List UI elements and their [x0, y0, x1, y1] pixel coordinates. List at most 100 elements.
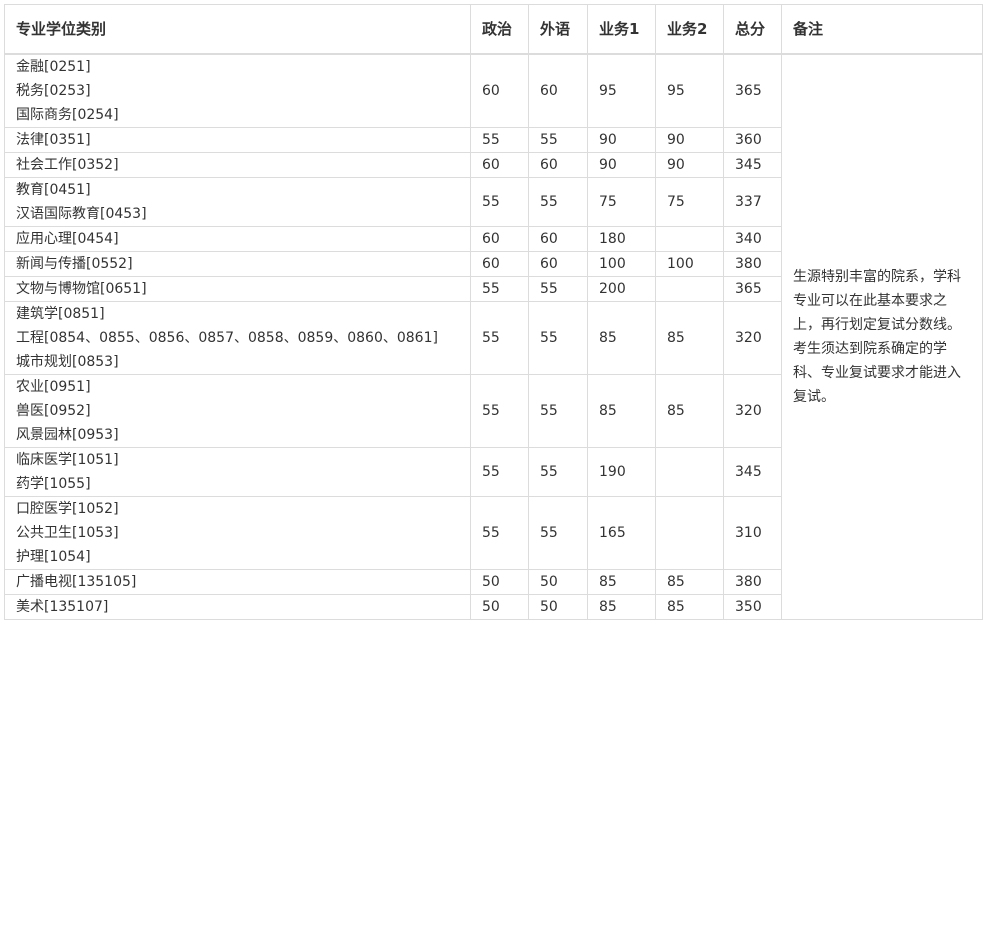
subject1-score: 180	[587, 226, 656, 252]
major-name: 药学[1055]	[16, 476, 91, 492]
major-name: 文物与博物馆[0651]	[16, 281, 147, 297]
major-cell: 新闻与传播[0552]	[4, 251, 471, 277]
language-score: 60	[528, 251, 588, 277]
total-score: 310	[723, 496, 782, 570]
major-name: 建筑学[0851]	[16, 306, 105, 322]
header-row: 专业学位类别 政治 外语 业务1 业务2 总分 备注	[4, 4, 983, 55]
language-score: 55	[528, 127, 588, 153]
major-name: 口腔医学[1052]	[16, 501, 119, 517]
major-cell: 广播电视[135105]	[4, 569, 471, 595]
major-name: 风景园林[0953]	[16, 427, 119, 443]
subject2-score: 85	[655, 301, 724, 375]
language-score: 55	[528, 496, 588, 570]
total-score: 337	[723, 177, 782, 227]
subject1-score: 85	[587, 301, 656, 375]
subject2-score: 85	[655, 569, 724, 595]
major-name: 教育[0451]	[16, 182, 91, 198]
table-body: 金融[0251] 税务[0253] 国际商务[0254] 60 60 95 95 365 生源特…	[4, 53, 983, 620]
subject2-score	[655, 447, 724, 497]
table-row: 金融[0251] 税务[0253] 国际商务[0254] 60 60 95 95 365 生源特…	[4, 53, 983, 620]
header-major: 专业学位类别	[4, 4, 471, 55]
major-cell: 金融[0251] 税务[0253] 国际商务[0254]	[4, 53, 471, 128]
header-subject1: 业务1	[587, 4, 656, 55]
major-name: 金融[0251]	[16, 59, 91, 75]
subject1-score: 100	[587, 251, 656, 277]
language-score: 60	[528, 53, 588, 128]
politics-score: 60	[470, 53, 529, 128]
politics-score: 55	[470, 301, 529, 375]
total-score: 345	[723, 152, 782, 178]
major-cell: 教育[0451] 汉语国际教育[0453]	[4, 177, 471, 227]
language-score: 60	[528, 226, 588, 252]
major-cell: 美术[135107]	[4, 594, 471, 620]
header-total: 总分	[723, 4, 782, 55]
language-score: 55	[528, 177, 588, 227]
politics-score: 60	[470, 152, 529, 178]
language-score: 50	[528, 594, 588, 620]
header-note: 备注	[781, 4, 983, 55]
politics-score: 55	[470, 374, 529, 448]
politics-score: 55	[470, 127, 529, 153]
major-name: 法律[0351]	[16, 132, 91, 148]
major-cell: 社会工作[0352]	[4, 152, 471, 178]
language-score: 55	[528, 276, 588, 302]
subject2-score: 75	[655, 177, 724, 227]
language-score: 55	[528, 374, 588, 448]
major-cell: 文物与博物馆[0651]	[4, 276, 471, 302]
major-name: 新闻与传播[0552]	[16, 256, 133, 272]
language-score: 60	[528, 152, 588, 178]
total-score: 360	[723, 127, 782, 153]
major-name: 应用心理[0454]	[16, 231, 119, 247]
subject1-score: 95	[587, 53, 656, 128]
note-cell: 生源特别丰富的院系，学科专业可以在此基本要求之上，再行划定复试分数线。考生须达到…	[781, 53, 983, 620]
header-subject2: 业务2	[655, 4, 724, 55]
subject2-score	[655, 276, 724, 302]
major-cell: 临床医学[1051] 药学[1055]	[4, 447, 471, 497]
politics-score: 50	[470, 569, 529, 595]
subject2-score	[655, 226, 724, 252]
subject1-score: 85	[587, 374, 656, 448]
score-table: 专业学位类别 政治 外语 业务1 业务2 总分 备注 金融[0251] 税务[02…	[4, 4, 983, 620]
subject1-score: 75	[587, 177, 656, 227]
language-score: 50	[528, 569, 588, 595]
major-name: 兽医[0952]	[16, 403, 91, 419]
politics-score: 60	[470, 226, 529, 252]
subject2-score: 85	[655, 374, 724, 448]
total-score: 380	[723, 569, 782, 595]
header-politics: 政治	[470, 4, 529, 55]
politics-score: 55	[470, 496, 529, 570]
subject1-score: 190	[587, 447, 656, 497]
major-name: 农业[0951]	[16, 379, 91, 395]
major-name: 城市规划[0853]	[16, 354, 119, 370]
subject2-score: 90	[655, 152, 724, 178]
major-name: 国际商务[0254]	[16, 107, 119, 123]
politics-score: 55	[470, 276, 529, 302]
major-cell: 应用心理[0454]	[4, 226, 471, 252]
politics-score: 60	[470, 251, 529, 277]
subject2-score: 90	[655, 127, 724, 153]
major-cell: 建筑学[0851] 工程[0854、0855、0856、0857、0858、085…	[4, 301, 471, 375]
major-cell: 农业[0951] 兽医[0952] 风景园林[0953]	[4, 374, 471, 448]
total-score: 350	[723, 594, 782, 620]
total-score: 345	[723, 447, 782, 497]
subject1-score: 165	[587, 496, 656, 570]
major-name: 税务[0253]	[16, 83, 91, 99]
subject1-score: 85	[587, 594, 656, 620]
language-score: 55	[528, 447, 588, 497]
major-name: 公共卫生[1053]	[16, 525, 119, 541]
politics-score: 55	[470, 447, 529, 497]
header-language: 外语	[528, 4, 588, 55]
subject2-score: 85	[655, 594, 724, 620]
major-name: 社会工作[0352]	[16, 157, 119, 173]
total-score: 340	[723, 226, 782, 252]
total-score: 380	[723, 251, 782, 277]
total-score: 365	[723, 53, 782, 128]
subject1-score: 85	[587, 569, 656, 595]
politics-score: 55	[470, 177, 529, 227]
total-score: 320	[723, 374, 782, 448]
language-score: 55	[528, 301, 588, 375]
major-name: 汉语国际教育[0453]	[16, 206, 147, 222]
total-score: 320	[723, 301, 782, 375]
major-cell: 口腔医学[1052] 公共卫生[1053] 护理[1054]	[4, 496, 471, 570]
subject2-score	[655, 496, 724, 570]
